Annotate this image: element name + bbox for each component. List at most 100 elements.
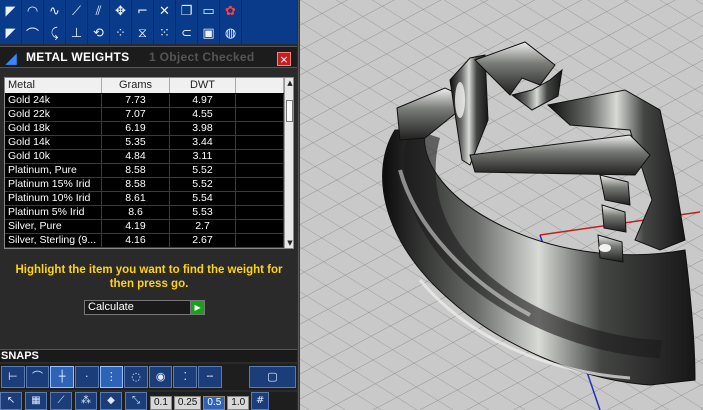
dwt-cell: 4.55 <box>170 108 236 121</box>
select-icon[interactable]: ↖ <box>0 392 22 410</box>
extra-cell <box>236 164 284 177</box>
close-panel-button[interactable]: × <box>277 52 291 66</box>
snap-dot-icon[interactable]: · <box>74 366 99 388</box>
snap-grid-icon[interactable]: ⁚ <box>173 366 198 388</box>
scroll-down-icon[interactable]: ▼ <box>285 238 293 248</box>
box-icon[interactable]: ▣ <box>198 22 220 44</box>
scatter-icon[interactable]: ⁙ <box>154 22 176 44</box>
grams-cell: 5.35 <box>102 136 170 149</box>
tolerance-0-5-button[interactable]: 0.5 <box>203 396 226 410</box>
table-row[interactable]: Platinum 5% Irid 8.6 5.53 <box>5 206 284 220</box>
snaps-toolbar: ⊢ ⌒ ┼ · ⋮ ◌ ◉ ⁚ ╌ ▢ <box>0 364 297 390</box>
grams-cell: 8.58 <box>102 164 170 177</box>
extra-cell <box>236 108 284 121</box>
3d-viewport[interactable] <box>300 0 703 410</box>
metal-cell: Silver, Pure <box>5 220 102 233</box>
table-scrollbar[interactable]: ▲ ▼ <box>284 78 293 248</box>
tolerance-0-25-button[interactable]: 0.25 <box>173 396 202 410</box>
mirror-icon[interactable]: ⧖ <box>132 22 154 44</box>
move-icon[interactable]: ✥ <box>110 0 132 22</box>
table-row[interactable]: Gold 14k 5.35 3.44 <box>5 136 284 150</box>
table-row[interactable]: Gold 24k 7.73 4.97 <box>5 94 284 108</box>
snap-end-icon[interactable]: ⋮ <box>99 366 124 388</box>
column-header-extra[interactable] <box>236 78 284 93</box>
column-header-metal[interactable]: Metal <box>5 78 102 93</box>
snap-box-icon[interactable]: ▢ <box>248 366 297 388</box>
grid-icon[interactable]: # <box>251 392 270 410</box>
dwt-cell: 3.11 <box>170 150 236 163</box>
dwt-cell: 4.97 <box>170 94 236 107</box>
cross-icon[interactable]: ✕ <box>154 0 176 22</box>
ruler-icon[interactable]: ⟋ <box>66 0 88 22</box>
hook-icon[interactable]: ⌒ <box>22 22 44 44</box>
link-icon[interactable]: ⊂ <box>176 22 198 44</box>
layers-icon[interactable]: ❐ <box>176 0 198 22</box>
column-header-grams[interactable]: Grams <box>102 78 170 93</box>
grams-cell: 7.07 <box>102 108 170 121</box>
snaps-title: SNAPS <box>1 350 39 362</box>
instruction-line-1: Highlight the item you want to find the … <box>15 264 283 276</box>
corner-icon[interactable]: ⌐ <box>132 0 154 22</box>
cube-icon[interactable]: ▦ <box>25 392 47 410</box>
nodes-icon[interactable]: ⁘ <box>110 22 132 44</box>
main-toolbar-row-1: ◤ ◠ ∿ ⟋ ⫽ ✥ ⌐ ✕ ❐ ▭ ✿ <box>0 0 297 22</box>
metal-cell: Platinum 5% Irid <box>5 206 102 219</box>
metal-cell: Platinum, Pure <box>5 164 102 177</box>
dwt-cell: 5.53 <box>170 206 236 219</box>
circle-icon[interactable]: ◠ <box>22 0 44 22</box>
table-row[interactable]: Silver, Sterling (9... 4.16 2.67 <box>5 234 284 248</box>
extra-cell <box>236 136 284 149</box>
dwt-cell: 5.52 <box>170 178 236 191</box>
tablet-icon[interactable]: ▭ <box>198 0 220 22</box>
go-button[interactable]: ▶ <box>190 301 204 314</box>
table-body: Gold 24k 7.73 4.97 Gold 22k 7.07 4.55 Go… <box>5 94 284 248</box>
viewport-scene <box>300 0 703 410</box>
arc-icon[interactable]: ⤹ <box>44 22 66 44</box>
globe-icon[interactable]: ◍ <box>220 22 242 44</box>
pin-icon[interactable]: ⊥ <box>66 22 88 44</box>
pattern-icon[interactable]: ⁂ <box>75 392 97 410</box>
metal-weights-title: METAL WEIGHTS <box>26 50 130 64</box>
metal-cell: Gold 14k <box>5 136 102 149</box>
column-header-dwt[interactable]: DWT <box>170 78 236 93</box>
fill-icon[interactable]: ◤ <box>0 22 22 44</box>
table-row[interactable]: Gold 18k 6.19 3.98 <box>5 122 284 136</box>
left-panel: ◤ ◠ ∿ ⟋ ⫽ ✥ ⌐ ✕ ❐ ▭ ✿ ◤ ⌒ ⤹ ⊥ ⟲ ⁘ ⧖ ⁙ ⊂ … <box>0 0 297 410</box>
instruction-line-2: then press go. <box>109 278 189 290</box>
table-row[interactable]: Gold 22k 7.07 4.55 <box>5 108 284 122</box>
metal-weights-header: ◢ METAL WEIGHTS 1 Object Checked × <box>0 46 297 68</box>
revolve-icon[interactable]: ⟲ <box>88 22 110 44</box>
fill-icon[interactable]: ◤ <box>0 0 22 22</box>
line-icon[interactable]: ⟋ <box>50 392 72 410</box>
snap-circle-icon[interactable]: ◉ <box>148 366 173 388</box>
table-header: Metal Grams DWT <box>5 78 284 93</box>
trim-icon[interactable]: ⫽ <box>88 0 110 22</box>
tolerance-1-0-button[interactable]: 1.0 <box>227 396 250 410</box>
snaps-header: SNAPS <box>0 349 297 362</box>
snap-line-icon[interactable]: ╌ <box>198 366 222 388</box>
snap-point-icon[interactable]: ⊢ <box>1 366 25 388</box>
snap-mid-icon[interactable]: ┼ <box>50 366 74 388</box>
snap-center-icon[interactable]: ◌ <box>124 366 148 388</box>
extra-cell <box>236 220 284 233</box>
rose-icon[interactable]: ✿ <box>220 0 242 22</box>
diamond-icon[interactable]: ◆ <box>100 392 122 410</box>
grams-cell: 8.6 <box>102 206 170 219</box>
scroll-up-icon[interactable]: ▲ <box>285 78 293 88</box>
snap-curve-icon[interactable]: ⌒ <box>25 366 50 388</box>
table-row[interactable]: Platinum, Pure 8.58 5.52 <box>5 164 284 178</box>
dwt-cell: 3.44 <box>170 136 236 149</box>
table-row[interactable]: Gold 10k 4.84 3.11 <box>5 150 284 164</box>
tolerance-0-1-button[interactable]: 0.1 <box>150 396 172 410</box>
extra-cell <box>236 94 284 107</box>
table-row[interactable]: Platinum 15% Irid 8.58 5.52 <box>5 178 284 192</box>
curve-icon[interactable]: ∿ <box>44 0 66 22</box>
bottom-toolbar: ↖ ▦ ⟋ ⁂ ◆ ⤡ 0.1 0.25 0.5 1.0 # <box>0 392 297 410</box>
table-row[interactable]: Silver, Pure 4.19 2.7 <box>5 220 284 234</box>
cursor-icon[interactable]: ⤡ <box>125 392 147 410</box>
grams-cell: 4.84 <box>102 150 170 163</box>
scrollbar-thumb[interactable] <box>286 100 293 122</box>
metal-cell: Platinum 15% Irid <box>5 178 102 191</box>
calculate-dropdown[interactable]: Calculate ▶ <box>84 300 205 315</box>
table-row[interactable]: Platinum 10% Irid 8.61 5.54 <box>5 192 284 206</box>
